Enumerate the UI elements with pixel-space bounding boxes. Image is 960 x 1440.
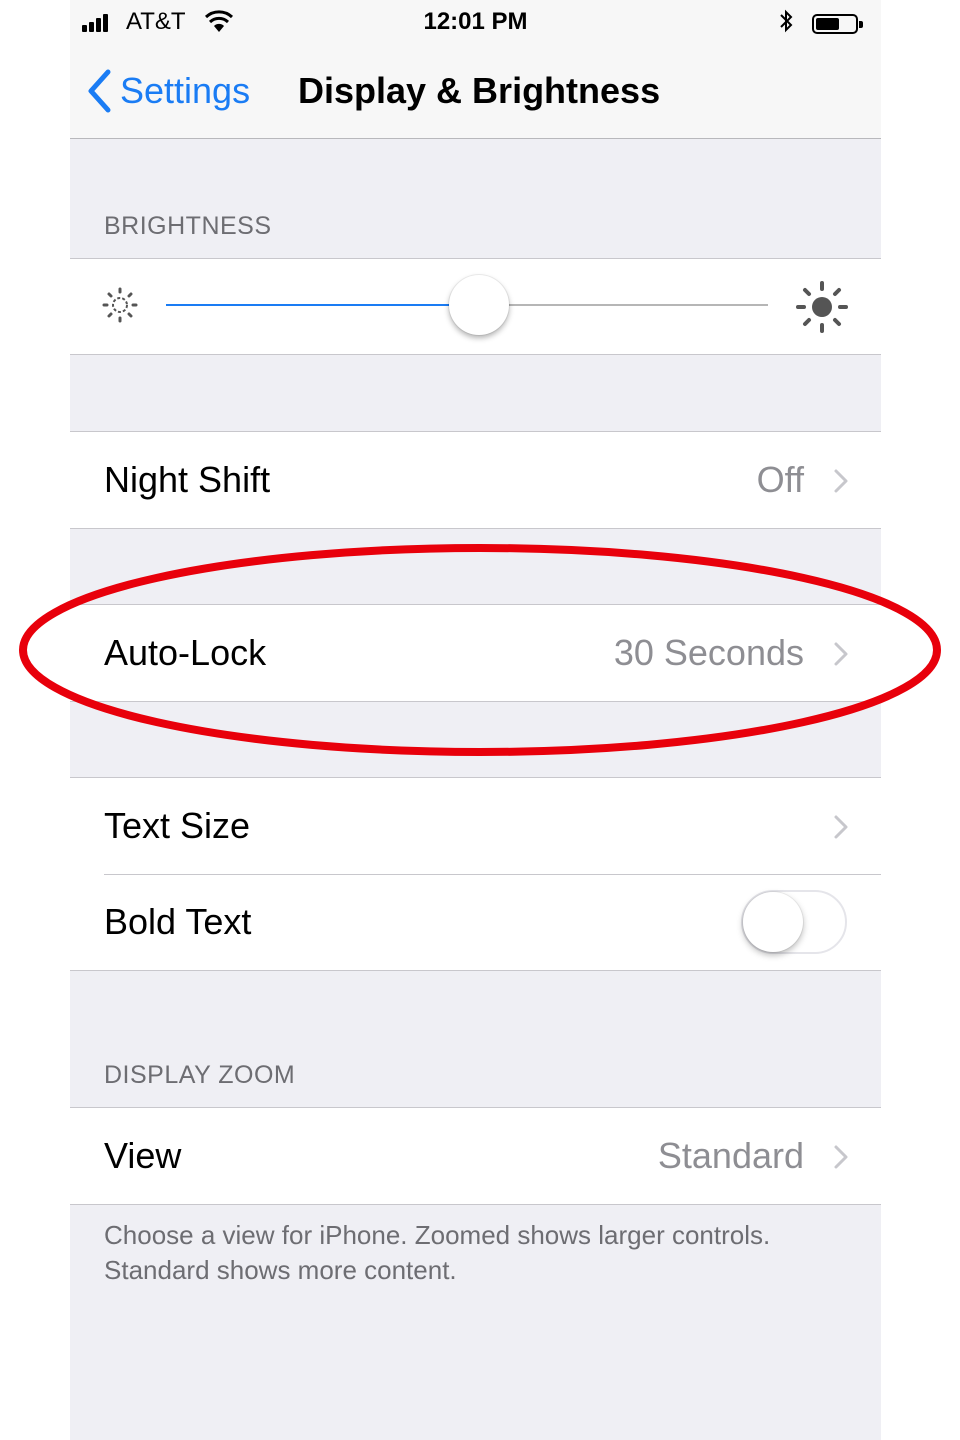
bold-text-row: Bold Text [70,874,881,970]
navigation-header: AT&T 12:01 PM Settings Display & Brightn… [70,0,881,139]
brightness-track-fill [166,304,480,306]
chevron-right-icon [834,1145,848,1169]
back-button-label: Settings [120,70,251,111]
auto-lock-group: Auto-Lock 30 Seconds [70,604,881,702]
bluetooth-icon [780,9,793,33]
night-shift-group: Night Shift Off [70,431,881,529]
bold-text-label: Bold Text [104,901,252,942]
sun-small-icon [102,287,138,323]
brightness-slider[interactable] [70,259,881,354]
view-row[interactable]: View Standard [70,1108,881,1204]
display-zoom-group: View Standard [70,1107,881,1205]
auto-lock-row[interactable]: Auto-Lock 30 Seconds [70,605,881,701]
view-label: View [104,1135,182,1176]
display-zoom-section-header: DISPLAY ZOOM [104,1061,296,1089]
status-bar: AT&T 12:01 PM [70,6,881,40]
back-button[interactable]: Settings [86,66,250,116]
night-shift-value: Off [756,459,804,500]
page-margin-left [0,0,70,1440]
clock: 12:01 PM [423,8,528,35]
page-title: Display & Brightness [298,70,661,111]
chevron-right-icon [834,815,848,839]
text-size-label: Text Size [104,805,251,846]
text-size-row[interactable]: Text Size [70,778,881,874]
page-margin-right [881,0,960,1440]
toggle-knob [743,892,803,952]
auto-lock-label: Auto-Lock [104,632,267,673]
brightness-section-header: BRIGHTNESS [104,212,272,240]
auto-lock-value: 30 Seconds [613,632,804,673]
bold-text-toggle[interactable] [741,890,847,954]
brightness-thumb[interactable] [449,275,510,335]
settings-screen: AT&T 12:01 PM Settings Display & Brightn… [70,0,881,1440]
view-value: Standard [657,1135,804,1176]
text-group: Text Size Bold Text [70,777,881,971]
display-zoom-footer-note: Choose a view for iPhone. Zoomed shows l… [104,1220,771,1285]
chevron-right-icon [834,642,848,666]
chevron-left-icon [88,69,111,113]
sun-large-icon [796,281,848,333]
night-shift-row[interactable]: Night Shift Off [70,432,881,528]
night-shift-label: Night Shift [104,459,271,500]
battery-icon [812,14,863,34]
brightness-group [70,258,881,355]
chevron-right-icon [834,469,848,493]
